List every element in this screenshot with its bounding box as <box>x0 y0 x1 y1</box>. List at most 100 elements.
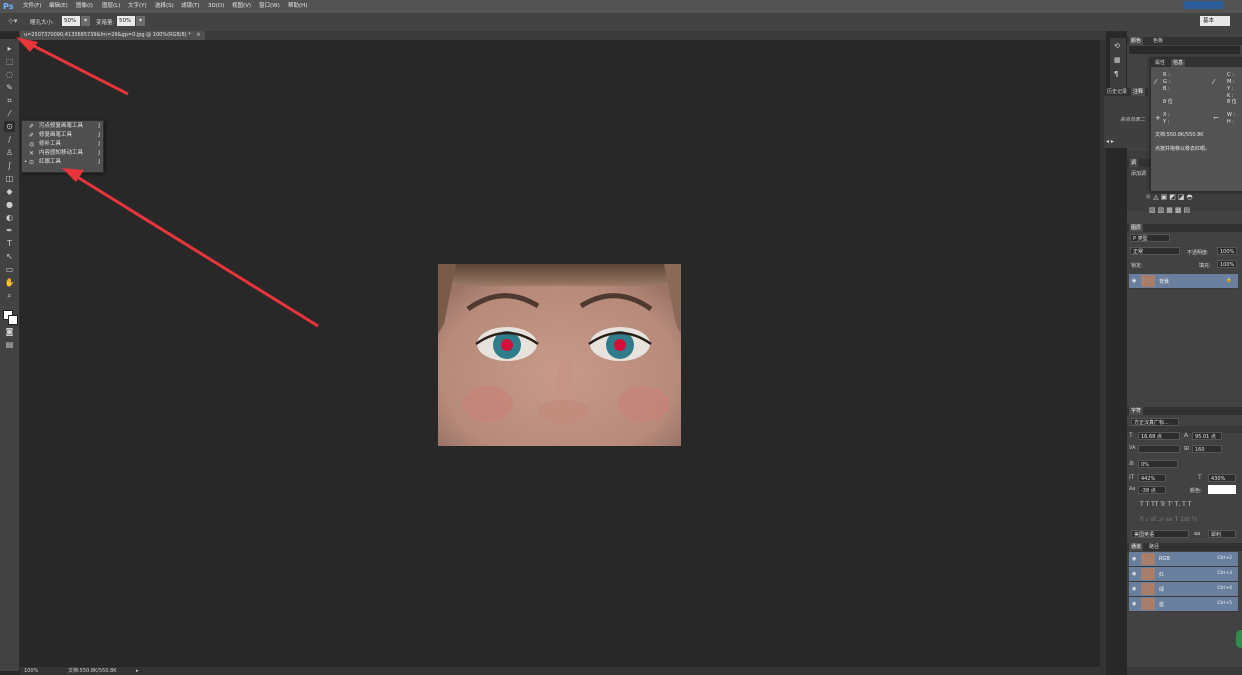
quick-select-tool-icon[interactable]: ✎ <box>4 82 15 93</box>
document-close-icon[interactable]: × <box>196 32 200 38</box>
eye-icon[interactable]: ◉ <box>1132 601 1136 607</box>
layer-kind-filter[interactable]: P 类型 <box>1130 234 1170 242</box>
flyout-item-content-aware-move[interactable]: ✕ 内容感知移动工具 J <box>22 149 103 158</box>
leading-field[interactable]: 95.01 点 <box>1192 432 1222 440</box>
history-brush-tool-icon[interactable]: ∫ <box>4 160 15 171</box>
menu-filter[interactable]: 滤镜(T) <box>181 2 200 11</box>
blur-tool-icon[interactable]: ● <box>4 199 15 210</box>
adjustment-icons-row-1[interactable]: ☼◬▣◩◪◓ <box>1145 193 1195 201</box>
floating-widget[interactable] <box>1236 630 1242 648</box>
eye-icon[interactable]: ◉ <box>1132 571 1136 577</box>
tab-color[interactable]: 颜色 <box>1129 37 1144 45</box>
lasso-tool-icon[interactable]: ◌ <box>4 69 15 80</box>
eye-icon[interactable]: ◉ <box>1132 278 1136 284</box>
blend-mode-select[interactable]: 正常 <box>1130 247 1180 255</box>
channel-thumbnail <box>1141 598 1155 610</box>
document-tab[interactable]: u=2507370090,4133685739&fm=26&gp=0.jpg @… <box>20 31 205 40</box>
photo-image[interactable] <box>438 264 681 446</box>
shape-tool-icon[interactable]: ▭ <box>4 264 15 275</box>
baseline-shift-field[interactable]: -38 点 <box>1138 486 1166 494</box>
menu-type[interactable]: 文字(Y) <box>128 2 147 11</box>
eye-icon[interactable]: ◉ <box>1132 586 1136 592</box>
adjustment-icons-row-2[interactable]: ▨▧▦▩▤ <box>1149 206 1192 214</box>
tsume-field[interactable]: 0% <box>1138 460 1178 468</box>
darken-amount-dropdown-icon[interactable]: ▾ <box>136 16 145 26</box>
antialias-select[interactable]: 犀利 <box>1208 530 1236 538</box>
tracking-field[interactable]: 160 <box>1192 445 1222 453</box>
fill-field[interactable]: 100% <box>1217 260 1237 268</box>
type-style-buttons[interactable]: T T TT Tr T' T, T T <box>1140 501 1191 508</box>
menu-3d[interactable]: 3D(D) <box>208 2 224 11</box>
eraser-tool-icon[interactable]: ◫ <box>4 173 15 184</box>
tab-info[interactable]: 信息 <box>1171 59 1186 67</box>
eyedropper-tool-icon[interactable]: ⁄ <box>4 108 15 119</box>
opacity-field[interactable]: 100% <box>1217 247 1237 255</box>
stamp-tool-icon[interactable]: ♙ <box>4 147 15 158</box>
tab-notes[interactable]: 注释 <box>1131 88 1146 96</box>
quick-mask-icon[interactable]: ◙ <box>4 326 15 337</box>
menu-image[interactable]: 图像(I) <box>76 2 93 11</box>
move-tool-icon[interactable]: ▸ <box>4 43 15 54</box>
tab-swatches[interactable]: 色板 <box>1151 37 1165 45</box>
tab-character[interactable]: 字符 <box>1129 407 1144 415</box>
actions-panel-icon[interactable]: ▦ <box>1114 56 1121 64</box>
menu-view[interactable]: 视图(V) <box>232 2 251 11</box>
kerning-field[interactable] <box>1138 445 1180 453</box>
type-tool-icon[interactable]: T <box>4 238 15 249</box>
channel-row-red[interactable]: ◉ 红 Ctrl+3 <box>1129 567 1238 582</box>
channel-row-green[interactable]: ◉ 绿 Ctrl+4 <box>1129 582 1238 597</box>
channels-footer-icons[interactable] <box>1127 667 1242 675</box>
gradient-tool-icon[interactable]: ◆ <box>4 186 15 197</box>
workspace-select[interactable]: 基本 <box>1200 16 1230 26</box>
tab-paths[interactable]: 路径 <box>1147 543 1161 551</box>
menu-help[interactable]: 帮助(H) <box>288 2 307 11</box>
horizontal-scale-field[interactable]: 430% <box>1208 474 1236 482</box>
menu-window[interactable]: 窗口(W) <box>259 2 280 11</box>
tab-history[interactable]: 历史记录 <box>1105 88 1129 96</box>
marquee-tool-icon[interactable]: ⬚ <box>4 56 15 67</box>
font-size-field[interactable]: 16.68 点 <box>1138 432 1180 440</box>
font-family-field[interactable]: 方正汉真广标... <box>1131 418 1179 426</box>
path-select-tool-icon[interactable]: ↖ <box>4 251 15 262</box>
pupil-size-field[interactable]: 50% <box>62 16 80 26</box>
layer-row-background[interactable]: ◉ 背景 🔒 <box>1129 274 1238 289</box>
zoom-tool-icon[interactable]: ⌕ <box>4 290 15 301</box>
hand-tool-icon[interactable]: ✋ <box>4 277 15 288</box>
tab-adjustments[interactable]: 调 <box>1129 159 1139 167</box>
flyout-item-patch[interactable]: ◎ 修补工具 J <box>22 140 103 149</box>
tab-properties[interactable]: 属性 <box>1153 59 1167 67</box>
window-controls[interactable] <box>1184 1 1224 9</box>
flyout-item-red-eye[interactable]: • ⊙ 红眼工具 J <box>22 158 103 167</box>
eye-icon[interactable]: ◉ <box>1132 556 1136 562</box>
flyout-item-spot-healing[interactable]: ✐ 污点修复画笔工具 J <box>22 122 103 131</box>
red-eye-tool-icon[interactable]: ⊙ <box>4 121 15 132</box>
channel-row-rgb[interactable]: ◉ RGB Ctrl+2 <box>1129 552 1238 567</box>
background-color-swatch[interactable] <box>8 315 18 325</box>
language-select[interactable]: 美国英语 <box>1131 530 1189 538</box>
channel-row-blue[interactable]: ◉ 蓝 Ctrl+5 <box>1129 597 1238 612</box>
dodge-tool-icon[interactable]: ◐ <box>4 212 15 223</box>
zoom-level[interactable]: 100% <box>24 667 38 675</box>
history-panel-icon[interactable]: ⟲ <box>1114 42 1120 50</box>
tab-channels[interactable]: 通道 <box>1129 543 1144 551</box>
paragraph-panel-icon[interactable]: ¶ <box>1114 70 1118 78</box>
pupil-size-dropdown-icon[interactable]: ▾ <box>81 16 90 26</box>
vertical-scale-field[interactable]: 442% <box>1138 474 1166 482</box>
crop-tool-icon[interactable]: ⌗ <box>4 95 15 106</box>
menu-select[interactable]: 选择(S) <box>155 2 174 11</box>
color-ramp[interactable] <box>1129 46 1240 54</box>
menu-file[interactable]: 文件(F) <box>23 2 41 11</box>
menu-edit[interactable]: 编辑(E) <box>49 2 68 11</box>
pen-tool-icon[interactable]: ✒ <box>4 225 15 236</box>
status-menu-arrow-icon[interactable]: ▸ <box>136 667 139 675</box>
red-eye-tool-preset-icon[interactable]: ⊹▾ <box>8 17 17 25</box>
opentype-buttons[interactable]: fi ℴ st 𝒜 aa T 1st ½ <box>1140 516 1197 524</box>
text-color-swatch[interactable] <box>1208 485 1236 494</box>
history-nav-icons[interactable]: ◂ ▸ <box>1106 138 1114 145</box>
tab-layers[interactable]: 图层 <box>1129 224 1144 232</box>
flyout-item-healing-brush[interactable]: ✐ 修复画笔工具 J <box>22 131 103 140</box>
screen-mode-icon[interactable]: ▤ <box>4 339 15 350</box>
menu-layer[interactable]: 图层(L) <box>102 2 120 11</box>
brush-tool-icon[interactable]: ∕ <box>4 134 15 145</box>
darken-amount-field[interactable]: 50% <box>117 16 135 26</box>
